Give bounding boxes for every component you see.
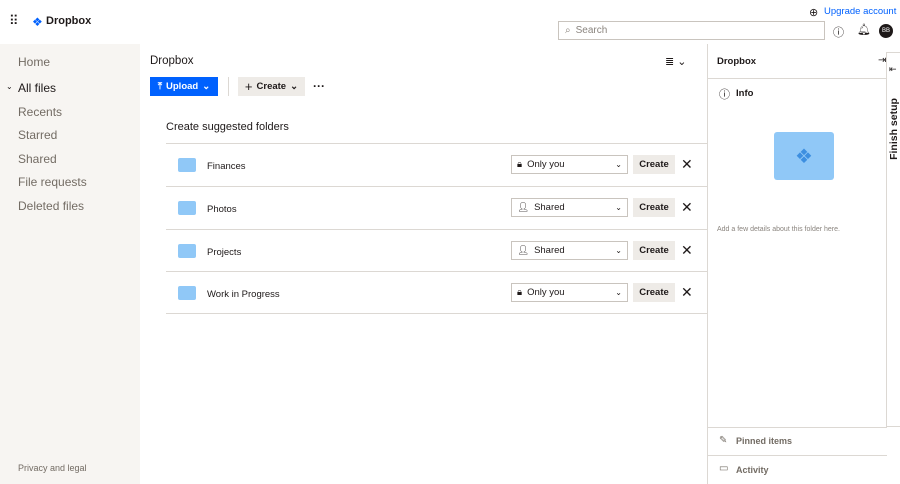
upgrade-link[interactable]: Upgrade account — [824, 6, 896, 17]
info-heading: Info — [736, 88, 754, 99]
sidebar-item-deleted-files[interactable]: Deleted files — [18, 199, 84, 213]
sidebar-item-file-requests[interactable]: File requests — [18, 175, 87, 189]
shared-user-icon: 👤︎ — [517, 245, 530, 256]
create-folder-button[interactable]: Create — [633, 241, 675, 260]
folder-icon — [178, 158, 196, 172]
page-title: Dropbox — [150, 55, 194, 67]
table-row: Projects 👤︎ Shared ⌄ Create ✕ — [166, 229, 707, 272]
close-icon[interactable]: ✕ — [681, 284, 693, 301]
chevron-down-icon: ⌄ — [615, 246, 622, 255]
folder-name: Work in Progress — [207, 289, 280, 300]
brand-name[interactable]: Dropbox — [46, 15, 91, 27]
search-icon: ⌕ — [565, 25, 571, 36]
access-value: Only you — [527, 159, 565, 170]
activity-icon: ▭ — [719, 463, 729, 474]
shared-user-icon: 👤︎ — [517, 202, 530, 213]
access-select[interactable]: 🔒︎ Only you ⌄ — [511, 155, 628, 174]
privacy-link[interactable]: Privacy and legal — [18, 463, 87, 473]
expand-icon: ⇤ — [889, 64, 897, 74]
chevron-down-icon: ⌄ — [615, 288, 622, 297]
panel-title: Dropbox — [717, 56, 757, 67]
sidebar-item-all-files[interactable]: All files — [18, 81, 56, 95]
folder-icon — [178, 286, 196, 300]
avatar[interactable]: BB — [879, 24, 893, 38]
close-icon[interactable]: ✕ — [681, 156, 693, 173]
divider — [708, 455, 887, 456]
dropbox-logo-icon: ❖ — [32, 15, 43, 29]
finish-setup-tab[interactable]: ⇤ Finish setup — [886, 52, 900, 427]
access-value: Shared — [534, 202, 565, 213]
table-row: Photos 👤︎ Shared ⌄ Create ✕ — [166, 186, 707, 229]
search-input[interactable]: ⌕ Search — [558, 21, 825, 40]
chevron-down-icon: ⌄ — [615, 160, 622, 169]
view-toggle-icon[interactable]: ≣ ⌄ — [665, 55, 687, 68]
access-value: Shared — [534, 245, 565, 256]
upload-label: Upload — [166, 81, 199, 92]
chevron-down-icon: ⌄ — [202, 81, 211, 92]
create-button[interactable]: + Create ⌄ — [238, 77, 305, 96]
upgrade-icon: ⊕ — [809, 7, 819, 19]
chevron-down-icon[interactable]: ⌄ — [6, 82, 13, 91]
create-folder-button[interactable]: Create — [633, 155, 675, 174]
create-folder-button[interactable]: Create — [633, 283, 675, 302]
pin-icon: ✎ — [719, 435, 728, 446]
folder-name: Projects — [207, 247, 242, 258]
top-bar: ⠿ ❖ Dropbox ⊕ Upgrade account ⌕ Search ⓘ … — [0, 0, 900, 44]
activity[interactable]: Activity — [736, 465, 769, 475]
divider — [228, 77, 229, 96]
lock-icon: 🔒︎ — [517, 287, 523, 298]
sidebar: Home ⌄ All files Recents Starred Shared … — [0, 44, 140, 484]
dropbox-folder-icon: ❖ — [774, 132, 834, 180]
chevron-down-icon: ⌄ — [290, 81, 299, 92]
divider — [708, 78, 887, 79]
divider — [708, 427, 887, 428]
folder-icon — [178, 201, 196, 215]
sidebar-item-starred[interactable]: Starred — [18, 128, 57, 142]
chevron-down-icon: ⌄ — [615, 203, 622, 212]
access-value: Only you — [527, 287, 565, 298]
upload-button[interactable]: ⤒ Upload ⌄ — [150, 77, 218, 96]
sidebar-item-home[interactable]: Home — [18, 55, 50, 69]
folder-name: Photos — [207, 204, 237, 215]
section-title: Create suggested folders — [166, 121, 289, 133]
create-folder-button[interactable]: Create — [633, 198, 675, 217]
help-icon[interactable]: ⓘ — [833, 24, 844, 40]
access-select[interactable]: 🔒︎ Only you ⌄ — [511, 283, 628, 302]
folder-icon — [178, 244, 196, 258]
bell-icon[interactable]: 🔔︎ — [857, 23, 871, 36]
finish-setup-label: Finish setup — [887, 98, 900, 160]
app-grid-icon[interactable]: ⠿ — [9, 13, 18, 29]
access-select[interactable]: 👤︎ Shared ⌄ — [511, 198, 628, 217]
folder-name: Finances — [207, 161, 246, 172]
close-icon[interactable]: ✕ — [681, 242, 693, 259]
plus-icon: + — [244, 79, 253, 94]
pinned-items[interactable]: Pinned items — [736, 436, 792, 446]
lock-icon: 🔒︎ — [517, 159, 523, 170]
folder-details-hint[interactable]: Add a few details about this folder here… — [717, 226, 840, 233]
access-select[interactable]: 👤︎ Shared ⌄ — [511, 241, 628, 260]
upload-icon: ⤒ — [157, 81, 163, 92]
create-label: Create — [256, 81, 287, 92]
sidebar-item-shared[interactable]: Shared — [18, 152, 57, 166]
info-panel: Dropbox ⇥ ⓘ Info ❖ Add a few details abo… — [707, 44, 887, 484]
table-row: Finances 🔒︎ Only you ⌄ Create ✕ — [166, 143, 707, 186]
search-placeholder: Search — [575, 25, 608, 36]
info-icon: ⓘ — [719, 89, 730, 101]
sidebar-item-recents[interactable]: Recents — [18, 105, 62, 119]
table-row: Work in Progress 🔒︎ Only you ⌄ Create ✕ — [166, 271, 707, 314]
more-icon[interactable]: ··· — [313, 79, 325, 93]
close-icon[interactable]: ✕ — [681, 199, 693, 216]
